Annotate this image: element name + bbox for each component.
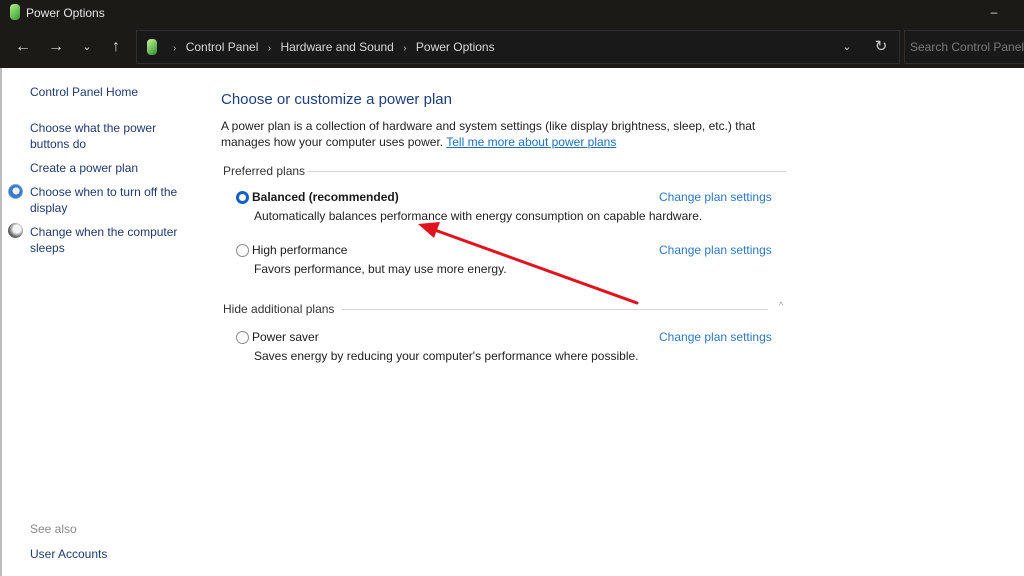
balanced-change-settings-link[interactable]: Change plan settings (659, 190, 772, 204)
refresh-button[interactable]: ↻ (871, 37, 891, 57)
breadcrumb-control-panel[interactable]: Control Panel (186, 40, 259, 54)
sidebar-item-display-off[interactable]: Choose when to turn off the display (30, 184, 195, 216)
sidebar: Control Panel Home Choose what the power… (0, 68, 200, 576)
high-performance-plan-name[interactable]: High performance (252, 243, 347, 257)
collapse-chevron-icon[interactable]: ^ (773, 301, 789, 315)
sidebar-item-computer-sleeps[interactable]: Change when the computer sleeps (30, 224, 195, 256)
page-title: Choose or customize a power plan (221, 91, 452, 108)
power-saver-plan-name[interactable]: Power saver (252, 330, 319, 344)
power-saver-radio[interactable] (236, 331, 249, 344)
additional-plans-header[interactable]: Hide additional plans (223, 302, 334, 316)
preferred-plans-header: Preferred plans (223, 164, 306, 178)
display-icon (8, 184, 23, 199)
additional-plans-divider (342, 309, 768, 310)
breadcrumb-separator[interactable]: › (403, 43, 406, 54)
sidebar-item-user-accounts[interactable]: User Accounts (30, 546, 195, 562)
high-performance-change-settings-link[interactable]: Change plan settings (659, 243, 772, 257)
window-title: Power Options (26, 6, 105, 20)
see-also-label: See also (30, 522, 77, 536)
sidebar-item-create-plan[interactable]: Create a power plan (30, 160, 195, 176)
sleep-icon (8, 223, 23, 238)
balanced-plan-name[interactable]: Balanced (recommended) (252, 190, 399, 204)
breadcrumb-separator[interactable]: › (268, 43, 271, 54)
sidebar-item-power-buttons[interactable]: Choose what the power buttons do (30, 120, 195, 152)
address-dropdown-button[interactable]: ⌄ (837, 37, 857, 57)
balanced-radio[interactable] (236, 191, 249, 204)
breadcrumb-power-options[interactable]: Power Options (416, 40, 495, 54)
intro-text: A power plan is a collection of hardware… (221, 118, 791, 150)
preferred-plans-divider (307, 171, 786, 172)
sidebar-item-control-panel-home[interactable]: Control Panel Home (30, 84, 195, 100)
breadcrumb-hardware-and-sound[interactable]: Hardware and Sound (280, 40, 393, 54)
power-plans-help-link[interactable]: Tell me more about power plans (446, 135, 616, 149)
high-performance-plan-description: Favors performance, but may use more ene… (254, 262, 507, 276)
annotation-arrow-head (418, 222, 440, 238)
back-button[interactable]: ← (12, 36, 34, 58)
power-options-window: Power Options – ← → ⌄ ↑ › Control Panel … (0, 0, 1024, 576)
search-input[interactable] (910, 39, 1024, 55)
high-performance-radio[interactable] (236, 244, 249, 257)
up-button[interactable]: ↑ (105, 36, 127, 58)
control-panel-icon (147, 39, 157, 55)
navigation-bar: ← → ⌄ ↑ › Control Panel › Hardware and S… (0, 26, 1024, 68)
balanced-plan-description: Automatically balances performance with … (254, 209, 703, 223)
title-bar: Power Options – (0, 0, 1024, 26)
forward-button[interactable]: → (45, 36, 67, 58)
search-box[interactable] (904, 30, 1024, 64)
recent-locations-button[interactable]: ⌄ (76, 36, 98, 58)
address-bar[interactable]: › Control Panel › Hardware and Sound › P… (136, 30, 900, 64)
breadcrumb: › Control Panel › Hardware and Sound › P… (167, 40, 495, 54)
power-options-icon (10, 4, 20, 20)
power-saver-plan-description: Saves energy by reducing your computer's… (254, 349, 639, 363)
minimize-button[interactable]: – (984, 2, 1004, 22)
power-saver-change-settings-link[interactable]: Change plan settings (659, 330, 772, 344)
breadcrumb-separator: › (173, 43, 177, 54)
